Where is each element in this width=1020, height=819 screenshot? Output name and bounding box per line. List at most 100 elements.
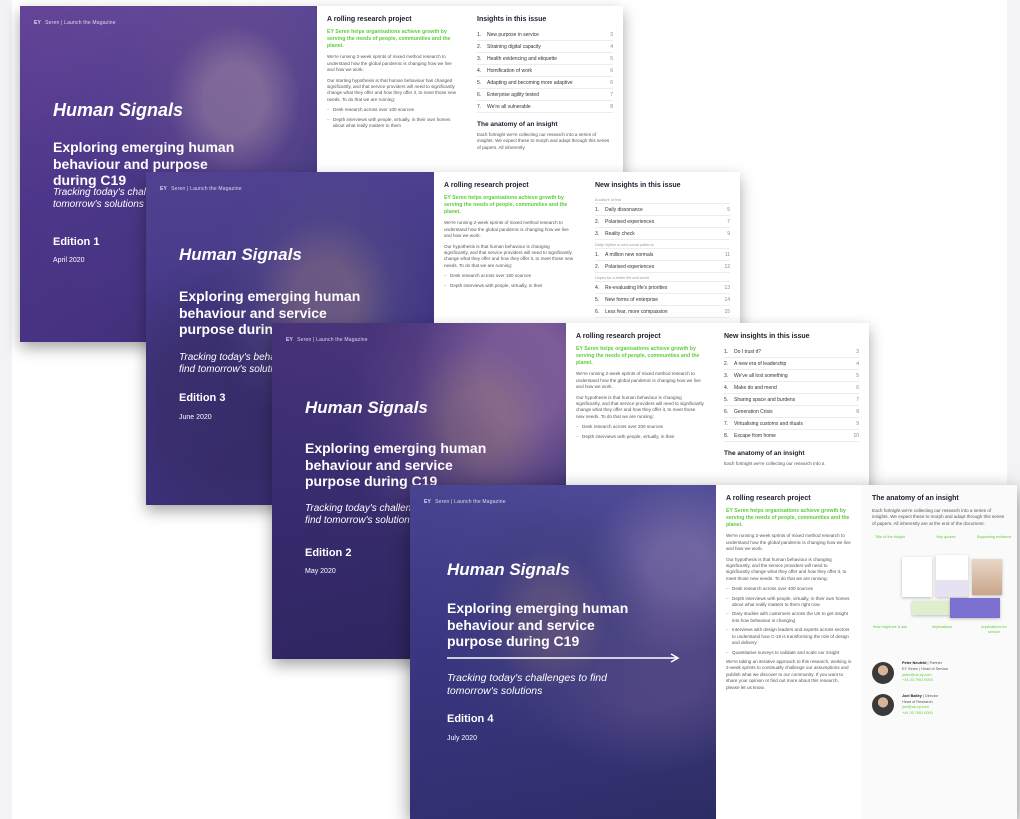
toc-item[interactable]: 8. Escape from home 10	[724, 430, 859, 442]
bullet-item: Depth interviews with people, virtually,…	[726, 596, 852, 609]
avatar	[872, 694, 894, 717]
diagram-card	[902, 557, 932, 598]
anatomy-text: Each fortnight we're collecting our rese…	[724, 461, 825, 466]
column-heading: A rolling research project	[726, 495, 811, 502]
anatomy-text: Each fortnight we're collecting our rese…	[477, 132, 610, 150]
column-heading: A rolling research project	[444, 182, 529, 189]
toc-group-label: Daily rhythm in new social patterns	[595, 240, 730, 249]
body-text: Our hypothesis is that human behaviour i…	[726, 556, 847, 581]
cover-subtitle: Exploring emerging human behaviour and s…	[305, 440, 487, 490]
toc-item[interactable]: 3. We've all lost something 5	[724, 370, 859, 382]
toc-item[interactable]: 6. Enterprise agility tested 7	[477, 89, 613, 101]
bullet-item: Desk research across over 150 sources	[444, 273, 575, 280]
anatomy-heading: The anatomy of an insight	[872, 495, 959, 502]
diagram-card	[936, 555, 968, 598]
cover-title: Human Signals	[53, 100, 184, 120]
diagram-label: How might we & ask	[872, 625, 908, 630]
diagram-card	[950, 598, 1000, 619]
diagram-label: Implications	[931, 625, 953, 630]
toc-heading: Insights in this issue	[477, 16, 547, 23]
cover-edition: Edition 2	[305, 547, 352, 559]
cover-date: June 2020	[179, 414, 212, 421]
contact-name: Peter Neufeld	[902, 661, 927, 666]
toc-item[interactable]: 7. We're all vulnerable 8	[477, 101, 613, 113]
bullet-item: Depth interviews with people, virtually,…	[576, 434, 704, 441]
bullet-item: Desk research across over 200 sources	[576, 424, 704, 431]
toc-item[interactable]: 5. Adapting and becoming more adaptive 6	[477, 77, 613, 89]
toc-heading: New insights in this issue	[724, 333, 810, 340]
cover-edition: Edition 4	[447, 713, 494, 725]
body-text: Our hypothesis is that human behaviour i…	[576, 394, 704, 419]
toc-item[interactable]: 2. Polarised experiences 12	[595, 261, 730, 273]
toc-list: A culture of fear 1. Daily dissonance 5 2.…	[595, 195, 730, 318]
body-text: Our hypothesis is that human behaviour i…	[444, 243, 574, 268]
lead-text: EY Seren helps organisations achieve gro…	[576, 346, 700, 366]
diagram-label: Implications for service	[981, 625, 1007, 634]
toc-list: 1. New purpose in service 3 2. Straining di…	[477, 29, 613, 113]
toc-item[interactable]: 7. Virtualising customs and rituals 9	[724, 418, 859, 430]
toc-item[interactable]: 6. Less fear, more compassion 15	[595, 306, 730, 318]
body-text: We're taking an iterative approach to th…	[726, 659, 852, 690]
contact-phone: +44 20 7951 0000	[902, 678, 933, 683]
brand-logo: EY Seren | Launch the Magazine	[160, 186, 242, 192]
contact-name: Joel Bailey	[902, 694, 922, 699]
toc-item[interactable]: 4. Re-evaluating life's priorities 13	[595, 282, 730, 294]
edition-4-cover: EY Seren | Launch the Magazine Human Sign…	[410, 485, 716, 819]
toc-item[interactable]: 2. A new era of leadership 4	[724, 358, 859, 370]
body-text: We're running 2-week sprints of mixed me…	[726, 533, 851, 552]
bullet-item: Desk research across over 100 sources	[327, 107, 457, 114]
toc-group-label: Hopes for a better life and world	[595, 273, 730, 282]
toc-item[interactable]: 2. Straining digital capacity 4	[477, 41, 613, 53]
lead-text: EY Seren helps organisations achieve gro…	[444, 195, 568, 215]
lead-text: EY Seren helps organisations achieve gro…	[726, 508, 850, 528]
avatar	[872, 661, 894, 684]
toc-item[interactable]: 1. Daily dissonance 5	[595, 204, 730, 216]
insight-anatomy-diagram: Title of the insight Key quotes Supporti…	[872, 535, 1012, 645]
toc-item[interactable]: 1. A million new normals 11	[595, 249, 730, 261]
bullet-item: Diary studies with customers across the …	[726, 611, 852, 624]
toc-item[interactable]: 4. Homification of work 6	[477, 65, 613, 77]
cover-date: April 2020	[53, 257, 85, 264]
brand-logo: EY Seren | Launch the Magazine	[424, 499, 506, 505]
anatomy-column: The anatomy of an insight Each fortnight…	[862, 485, 1017, 819]
diagram-label: Supporting evidence	[976, 535, 1012, 540]
body-text: We're running 2-week sprints of mixed me…	[576, 371, 701, 390]
toc-item[interactable]: 5. Sharing space and burdens 7	[724, 394, 859, 406]
contact-phone: +44 20 7951 0000	[902, 711, 933, 716]
bullet-item: Interviews with design leaders and exper…	[726, 627, 852, 646]
rolling-research-column: A rolling research project EY Seren help…	[716, 485, 862, 819]
contact-card[interactable]: Peter Neufeld | Partner EY Seren | Head …	[872, 661, 1007, 684]
anatomy-heading: The anatomy of an insight	[477, 121, 558, 128]
toc-item[interactable]: 1. New purpose in service 3	[477, 29, 613, 41]
toc-group-label: A culture of fear	[595, 195, 730, 204]
anatomy-heading: The anatomy of an insight	[724, 450, 805, 457]
toc-item[interactable]: 3. Health evidencing and etiquette 5	[477, 53, 613, 65]
cover-date: July 2020	[447, 735, 477, 742]
toc-list: 1. Do I trust it? 3 2. A new era of leaders…	[724, 346, 859, 442]
toc-item[interactable]: 5. New forms of enterprise 14	[595, 294, 730, 306]
arrow-right-icon	[447, 653, 680, 663]
toc-item[interactable]: 4. Make do and mend 6	[724, 382, 859, 394]
anatomy-text: Each fortnight we're collecting our rese…	[872, 508, 1005, 526]
bullet-item: Desk research across over 400 sources	[726, 586, 852, 593]
toc-item[interactable]: 3. Reality check 9	[595, 228, 730, 240]
contact-card[interactable]: Joel Bailey | Director Head of Research …	[872, 694, 1007, 717]
bullet-item: Depth interviews with people, virtually,…	[444, 283, 575, 290]
column-heading: A rolling research project	[327, 16, 412, 23]
cover-date: May 2020	[305, 568, 336, 575]
toc-item[interactable]: 2. Polarised experiences 7	[595, 216, 730, 228]
cover-title: Human Signals	[179, 245, 302, 264]
body-text: We're running 2-week sprints of mixed me…	[327, 54, 452, 73]
lead-text: EY Seren helps organisations achieve gro…	[327, 29, 451, 49]
collage-frame: EY Seren | Launch the Magazine Human Sign…	[12, 0, 1017, 819]
cover-title: Human Signals	[305, 398, 428, 417]
cover-title: Human Signals	[447, 560, 570, 579]
toc-item[interactable]: 1. Do I trust it? 3	[724, 346, 859, 358]
cover-tracking: Tracking today's challenges to find tomo…	[447, 672, 607, 697]
brand-logo: EY Seren | Launch the Magazine	[286, 337, 368, 343]
brand-logo: EY Seren | Launch the Magazine	[34, 20, 116, 26]
bullet-item: Depth interviews with people, virtually,…	[327, 117, 457, 130]
bullet-item: Quantitative surveys to validate and sca…	[726, 650, 852, 657]
cover-edition: Edition 3	[179, 392, 226, 404]
toc-item[interactable]: 6. Generation Crisis 8	[724, 406, 859, 418]
